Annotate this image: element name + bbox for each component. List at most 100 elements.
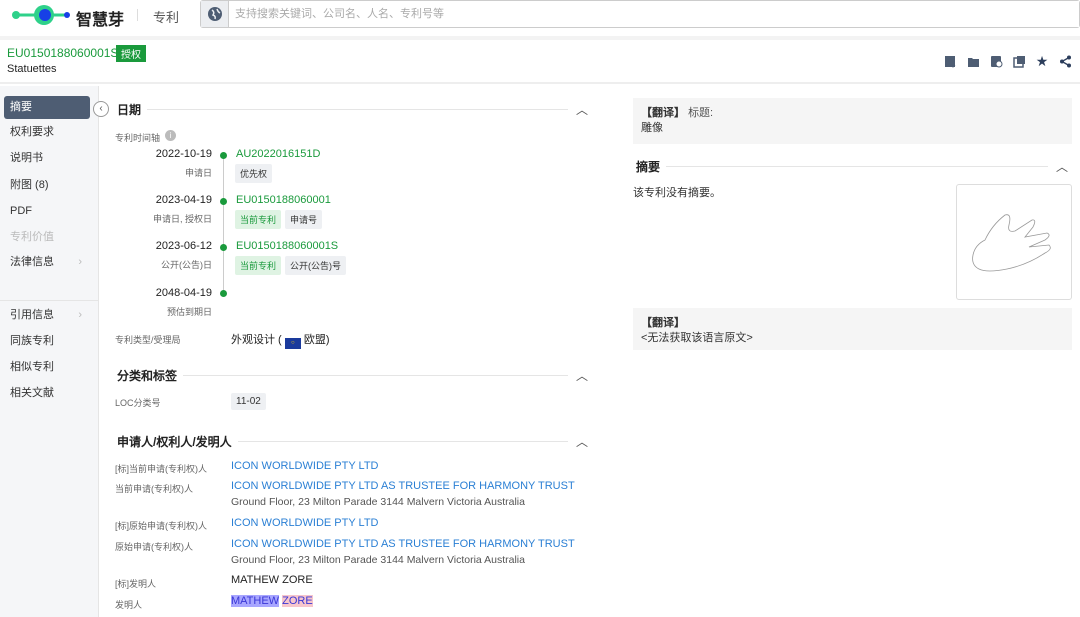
tag-priority: 优先权 [235,164,273,183]
timeline-date-desc: 申请日 [184,168,212,178]
patent-type: 外观设计 ( [231,334,282,346]
patent-header: EU0150188060001S 授权 Statuettes ★ [0,36,1080,84]
party-label: [标]当前申请(专利权)人 [115,464,207,474]
timeline-dot [220,198,227,205]
chevron-right-icon: › [78,256,82,268]
timeline-date: 2023-04-19 [155,194,212,206]
sidebar-item-claims[interactable]: 权利要求 [4,121,90,144]
party-label: 当前申请(专利权)人 [115,484,193,494]
module-patent-link[interactable]: 专利 [153,7,179,26]
patent-title: Statuettes [7,63,57,75]
party-label: [标]原始申请(专利权)人 [115,521,207,531]
inventor-link[interactable]: MATHEW ZORE [231,595,313,607]
sidebar-item-label: 法律信息 [10,256,54,268]
inventor-last-name: ZORE [282,595,313,607]
hand-drawing-icon [972,214,1051,272]
section-header-classification: 分类和标签 ︿ [117,367,590,384]
section-header-dates: 日期 ︿ [117,101,590,118]
tag-application-number: 申请号 [285,210,323,229]
sidebar-item-similar[interactable]: 相似专利 [4,356,90,379]
star-icon[interactable]: ★ [1035,53,1049,69]
party-label: 发明人 [115,600,143,610]
brand-name: 智慧芽 [76,12,125,29]
globe-icon[interactable] [201,1,229,27]
party-link[interactable]: ICON WORLDWIDE PTY LTD AS TRUSTEE FOR HA… [231,480,575,492]
patent-type-label: 专利类型/受理局 [115,335,181,345]
sidebar-item-abstract[interactable]: 摘要 [4,96,90,119]
sidebar-item-figures[interactable]: 附图 (8) [4,174,90,197]
patent-type-value: 外观设计 ( ○ 欧盟) [231,331,330,349]
compare-icon[interactable] [1012,54,1026,68]
tag-current-patent: 当前专利 [235,256,282,275]
patent-office: 欧盟) [303,334,330,346]
timeline-date: 2048-04-19 [155,287,212,299]
timeline-line [223,157,224,294]
tag-current-patent: 当前专利 [235,210,282,229]
timeline-patent-number[interactable]: AU2022016151D [236,148,320,160]
sidebar-nav: 摘要 权利要求 说明书 附图 (8) PDF 专利价值 法律信息 › 引用信息 › … [0,86,99,617]
folder-icon[interactable] [966,54,980,68]
divider [137,9,138,21]
sidebar-item-legal[interactable]: 法律信息 › [4,251,90,274]
translated-title: 雕像 [641,122,663,134]
timeline-dot [220,152,227,159]
translate-tag: 【翻译】 [641,107,685,119]
action-toolbar: ★ [943,53,1072,69]
sidebar-item-label: 引用信息 [10,309,54,321]
collapse-sidebar-button[interactable]: ‹ [93,101,109,117]
pdf-download-icon[interactable] [943,54,957,68]
sidebar-item-value: 专利价值 [10,231,54,243]
patent-number: EU0150188060001S [7,46,119,60]
party-link[interactable]: ICON WORLDWIDE PTY LTD [231,517,379,529]
party-link[interactable]: ICON WORLDWIDE PTY LTD AS TRUSTEE FOR HA… [231,538,575,550]
section-title: 摘要 [636,158,667,175]
title-label: 标题: [688,107,714,119]
search-input[interactable] [229,1,1079,27]
info-icon[interactable]: i [165,130,176,141]
monitor-icon[interactable] [989,54,1003,68]
party-link[interactable]: ICON WORLDWIDE PTY LTD [231,460,379,472]
share-icon[interactable] [1058,54,1072,68]
party-label: [标]发明人 [115,579,157,589]
status-badge: 授权 [116,45,146,62]
timeline-date-desc: 申请日, 授权日 [152,214,212,224]
divider [0,300,98,301]
patent-drawing-thumbnail[interactable] [956,184,1072,300]
sidebar-item-related[interactable]: 相关文献 [4,382,90,405]
sidebar-item-citations[interactable]: 引用信息 › [4,304,90,327]
section-title: 申请人/权利人/发明人 [117,433,238,450]
sidebar-item-description[interactable]: 说明书 [4,147,90,170]
timeline-date-desc: 公开(公告)日 [161,260,212,270]
timeline-label: 专利时间轴 [115,133,161,143]
chevron-up-icon[interactable]: ︿ [576,101,588,118]
loc-value[interactable]: 11-02 [231,393,266,410]
logo-icon[interactable] [12,4,72,26]
sidebar-item-pdf[interactable]: PDF [4,200,90,223]
timeline-dot [220,244,227,251]
inventor-value: MATHEW ZORE [231,574,313,586]
abstract-text: 该专利没有摘要。 [633,187,721,199]
timeline-date: 2023-06-12 [155,240,212,252]
original-text: <无法获取该语言原文> [641,332,753,344]
tag-publication-number: 公开(公告)号 [285,256,346,275]
eu-flag-icon: ○ [284,338,301,349]
inventor-first-name: MATHEW [231,595,280,607]
party-label: 原始申请(专利权)人 [115,542,193,552]
section-header-abstract: 摘要 ︿ [636,158,1070,175]
timeline-patent-number[interactable]: EU0150188060001S [236,240,338,252]
sidebar-item-family[interactable]: 同族专利 [4,330,90,353]
section-header-parties: 申请人/权利人/发明人 ︿ [117,433,590,450]
original-text-box: 【翻译】 <无法获取该语言原文> [633,308,1072,350]
loc-label: LOC分类号 [115,398,161,408]
party-address: Ground Floor, 23 Milton Parade 3144 Malv… [231,496,525,508]
top-bar: 智慧芽 专利 [0,0,1080,30]
chevron-up-icon[interactable]: ︿ [1056,158,1068,175]
chevron-up-icon[interactable]: ︿ [576,433,588,450]
party-address: Ground Floor, 23 Milton Parade 3144 Malv… [231,554,525,566]
timeline-date: 2022-10-19 [155,148,212,160]
search-bar [200,0,1080,28]
translate-tag: 【翻译】 [641,317,685,329]
timeline-patent-number[interactable]: EU0150188060001 [236,194,331,206]
section-title: 日期 [117,101,148,118]
chevron-up-icon[interactable]: ︿ [576,367,588,384]
